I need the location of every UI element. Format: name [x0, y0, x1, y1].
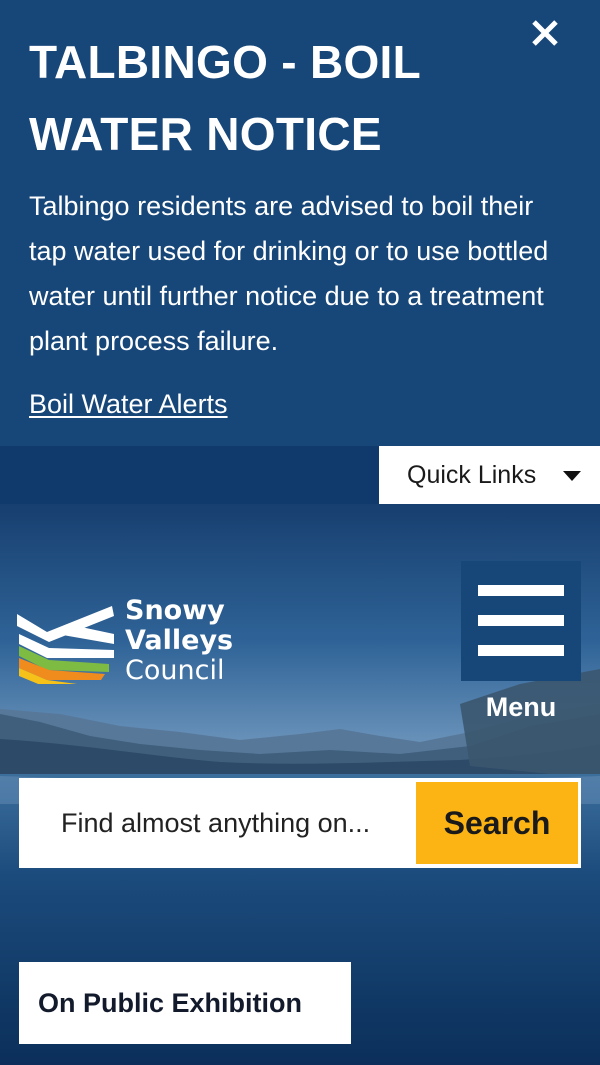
- quick-links-button[interactable]: Quick Links: [379, 446, 600, 504]
- on-public-exhibition-label: On Public Exhibition: [38, 988, 303, 1018]
- hamburger-icon-bar-3: [478, 645, 564, 656]
- menu-label[interactable]: Menu: [461, 690, 581, 724]
- alert-title: TALBINGO - BOIL WATER NOTICE: [29, 36, 421, 160]
- menu-button[interactable]: [461, 561, 581, 681]
- logo-mark-icon: [17, 606, 114, 684]
- caret-down-icon: [563, 471, 581, 481]
- logo-line-1: Snowy: [125, 595, 225, 626]
- hamburger-icon-bar-1: [478, 585, 564, 596]
- boil-water-alert: TALBINGO - BOIL WATER NOTICE Talbingo re…: [0, 0, 600, 446]
- on-public-exhibition-button[interactable]: On Public Exhibition: [19, 962, 351, 1044]
- search-button[interactable]: Search: [416, 782, 578, 864]
- site-search: Search: [19, 778, 581, 868]
- close-icon: [532, 20, 558, 46]
- close-alert-button[interactable]: [522, 12, 568, 58]
- search-input[interactable]: [19, 778, 416, 868]
- logo-wordmark: Snowy Valleys Council: [125, 596, 233, 686]
- quick-links-label: Quick Links: [407, 461, 537, 489]
- logo-line-2: Valleys: [125, 625, 234, 656]
- boil-water-alerts-link[interactable]: Boil Water Alerts: [29, 384, 228, 424]
- logo-line-3: Council: [125, 655, 225, 686]
- hamburger-icon-bar-2: [478, 615, 564, 626]
- alert-body: Talbingo residents are advised to boil t…: [29, 191, 549, 356]
- snowy-valleys-council-logo[interactable]: Snowy Valleys Council: [17, 596, 242, 696]
